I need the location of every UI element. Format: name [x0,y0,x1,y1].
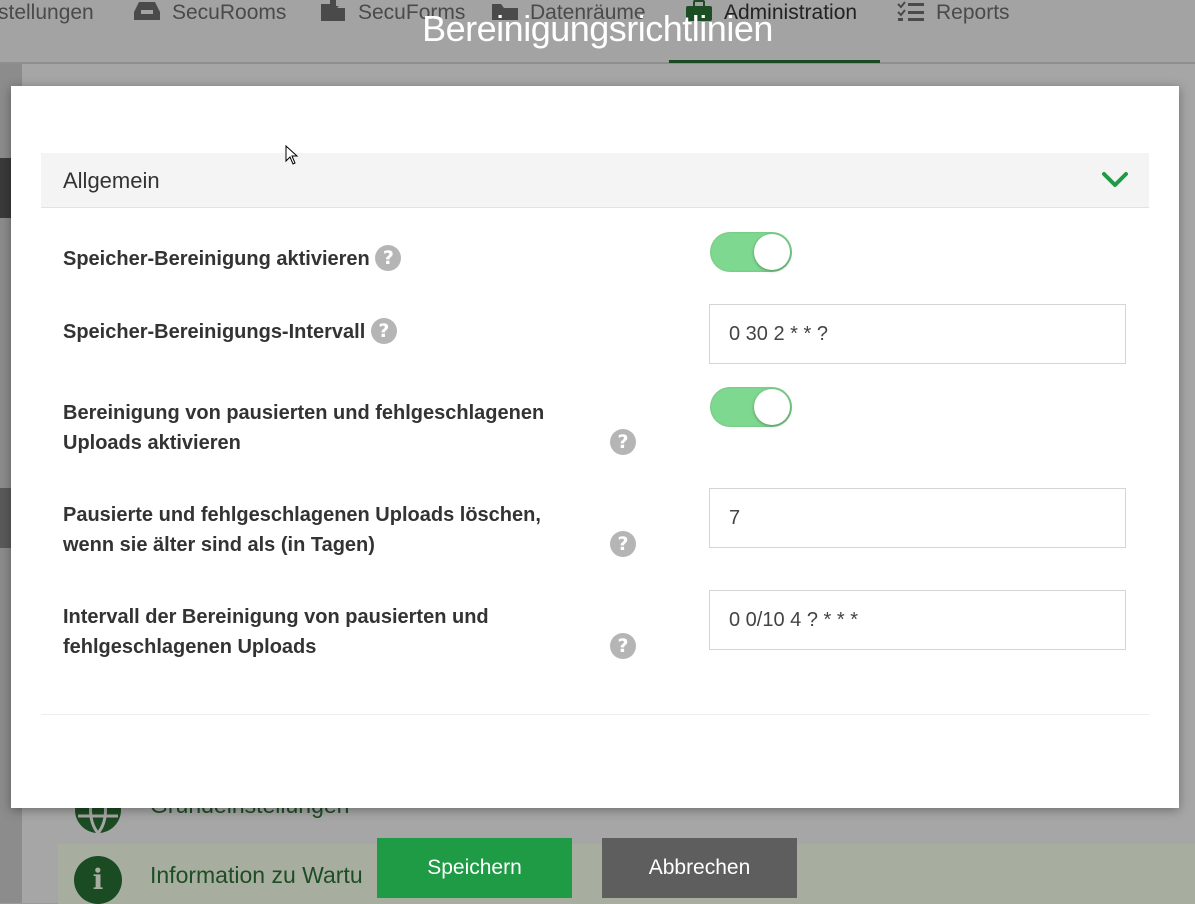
toggle-knob [754,389,790,425]
enable-cleanup-toggle[interactable] [710,232,792,272]
enable-upload-cleanup-label: Bereinigung von pausierten und fehlgesch… [63,402,545,454]
upload-cleanup-interval-label: Intervall der Bereinigung von pausierten… [63,606,489,658]
dialog-title: Bereinigungsrichtlinien [422,8,773,49]
nav-active-indicator [669,60,880,63]
help-icon[interactable]: ? [370,317,397,344]
save-button[interactable]: Speichern [377,838,572,898]
section-header-allgemein[interactable]: Allgemein [41,153,1149,208]
enable-cleanup-label: Speicher-Bereinigung aktivieren ? [63,244,402,274]
info-icon: i [74,856,122,904]
cleanup-policy-dialog: Allgemein Speicher-Bereinigung aktiviere… [11,86,1179,808]
help-icon[interactable]: ? [610,633,636,659]
enable-upload-cleanup-toggle[interactable] [710,387,792,427]
background-row-information-label: Information zu Wartu [150,862,363,888]
cleanup-interval-input[interactable] [709,304,1126,364]
delete-older-than-input[interactable] [709,488,1126,548]
mouse-cursor-icon [285,145,299,165]
section-title: Allgemein [63,168,160,193]
upload-cleanup-interval-input[interactable] [709,590,1126,650]
cancel-button[interactable]: Abbrechen [602,838,797,898]
cleanup-interval-label: Speicher-Bereinigungs-Intervall ? [63,317,397,347]
help-icon[interactable]: ? [375,244,402,271]
toggle-knob [754,234,790,270]
chevron-down-icon[interactable] [1101,169,1129,191]
help-icon[interactable]: ? [610,531,636,557]
delete-older-than-label: Pausierte und fehlgeschlagenen Uploads l… [63,504,541,556]
help-icon[interactable]: ? [610,429,636,455]
section-divider [41,714,1149,715]
